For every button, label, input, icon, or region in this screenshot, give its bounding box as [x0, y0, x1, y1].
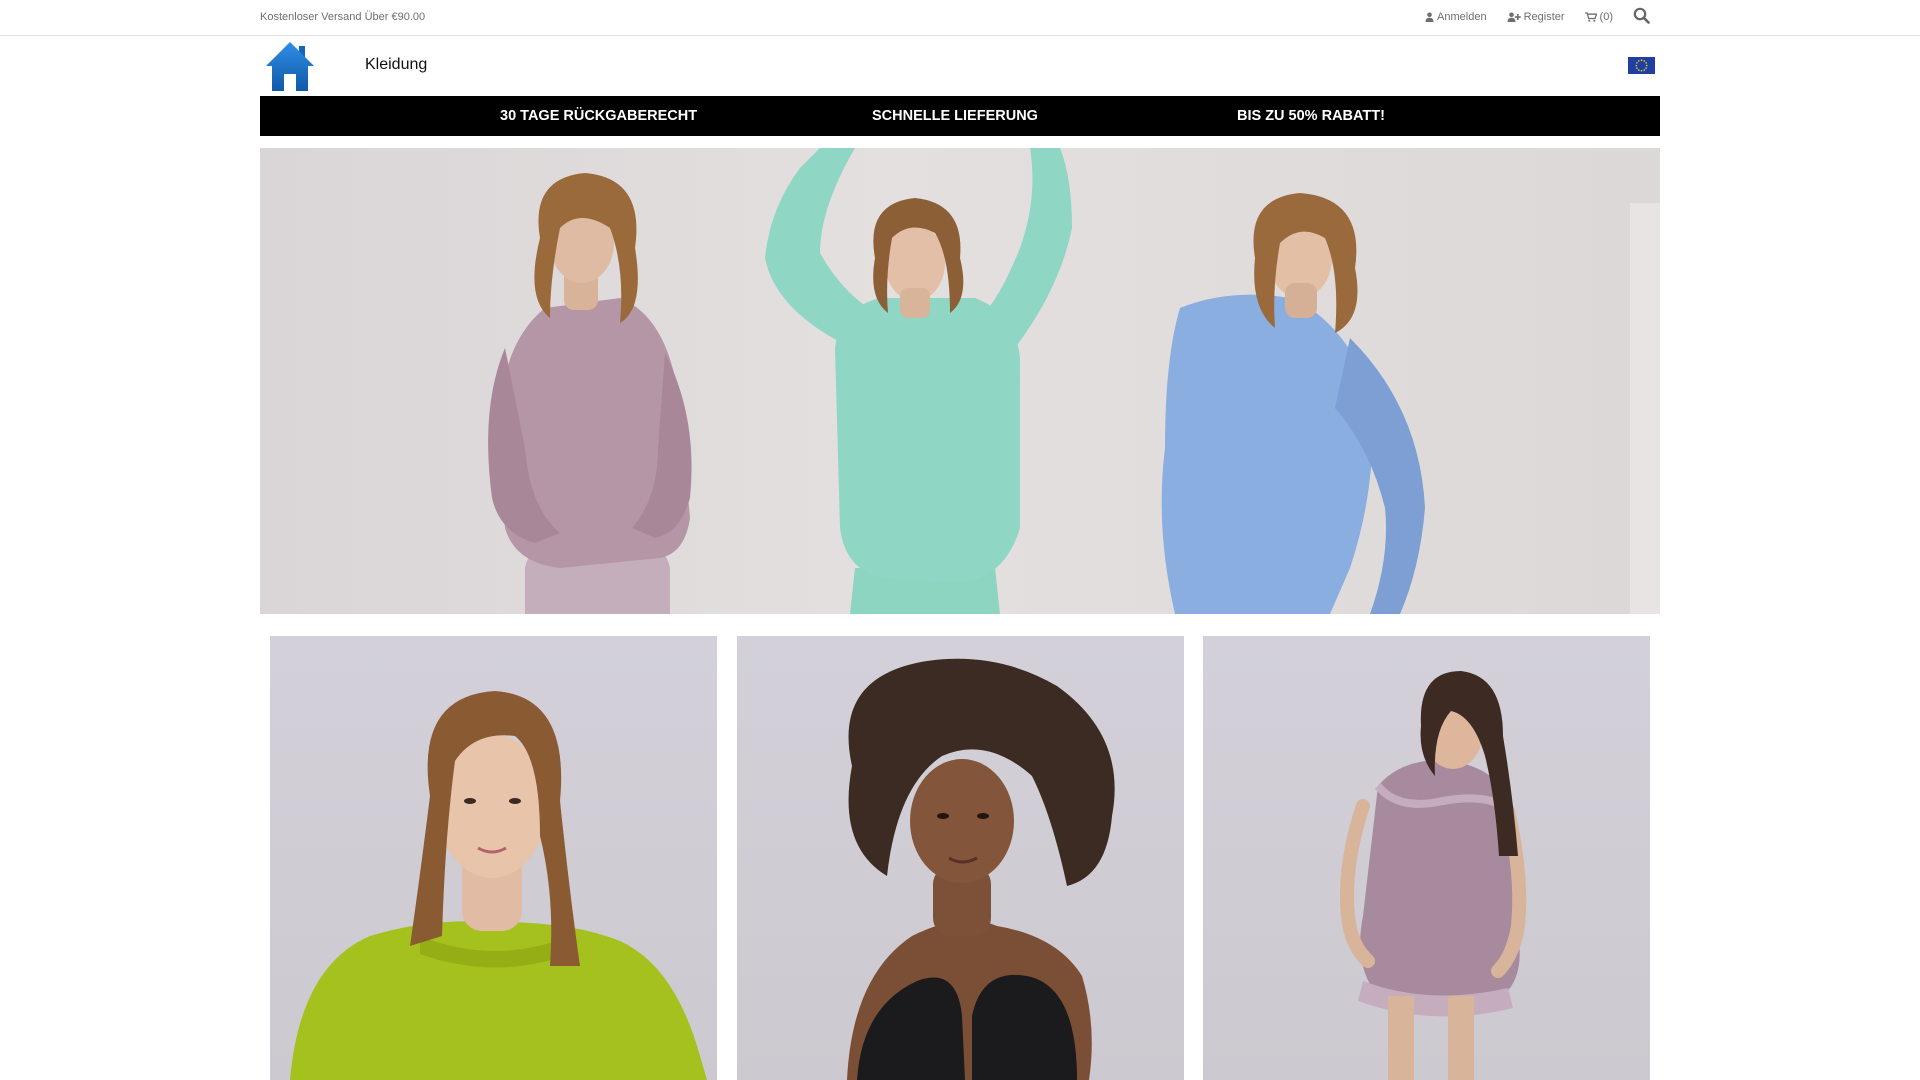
product-image-black-bra: [847, 658, 1115, 1080]
product-tile-green-top[interactable]: [270, 636, 717, 1080]
promo-bar: 30 TAGE RÜCKGABERECHT SCHNELLE LIEFERUNG…: [260, 96, 1660, 136]
promo-delivery[interactable]: SCHNELLE LIEFERUNG: [872, 108, 1038, 124]
top-bar: Kostenloser Versand Über €90.00 Anmelden…: [0, 0, 1920, 36]
hero-banner-image: [488, 148, 1660, 614]
search-button[interactable]: [1633, 7, 1650, 27]
cart-icon: [1584, 12, 1597, 22]
register-link[interactable]: Register: [1507, 11, 1565, 23]
shipping-note: Kostenloser Versand Über €90.00: [260, 11, 426, 23]
site-header: Kleidung: [260, 36, 1660, 96]
region-selector[interactable]: [1628, 57, 1655, 74]
register-label: Register: [1523, 11, 1565, 23]
hero-model-pink: [488, 173, 692, 614]
user-plus-icon: [1507, 12, 1521, 22]
product-image-satin-slip: [1340, 671, 1527, 1080]
search-icon: [1633, 7, 1650, 27]
cart-link[interactable]: (0): [1584, 11, 1613, 23]
hero-model-mint: [765, 148, 1072, 614]
hero-banner[interactable]: [260, 148, 1660, 614]
hero-model-blue: [1161, 193, 1425, 614]
product-tile-black-bra[interactable]: [737, 636, 1184, 1080]
product-tile-satin-slip[interactable]: [1203, 636, 1650, 1080]
promo-discount[interactable]: BIS ZU 50% RABATT!: [1237, 108, 1385, 124]
user-icon: [1425, 12, 1434, 22]
account-links: Anmelden Register (0): [1425, 6, 1650, 28]
product-image-green-top: [290, 691, 707, 1080]
promo-returns[interactable]: 30 TAGE RÜCKGABERECHT: [500, 108, 697, 124]
nav-category-kleidung[interactable]: Kleidung: [365, 56, 427, 74]
login-label: Anmelden: [1437, 11, 1487, 23]
login-link[interactable]: Anmelden: [1425, 11, 1487, 23]
eu-flag-icon: [1628, 57, 1655, 78]
home-icon: [265, 42, 315, 96]
home-logo[interactable]: [265, 40, 315, 92]
cart-count: (0): [1599, 11, 1613, 23]
